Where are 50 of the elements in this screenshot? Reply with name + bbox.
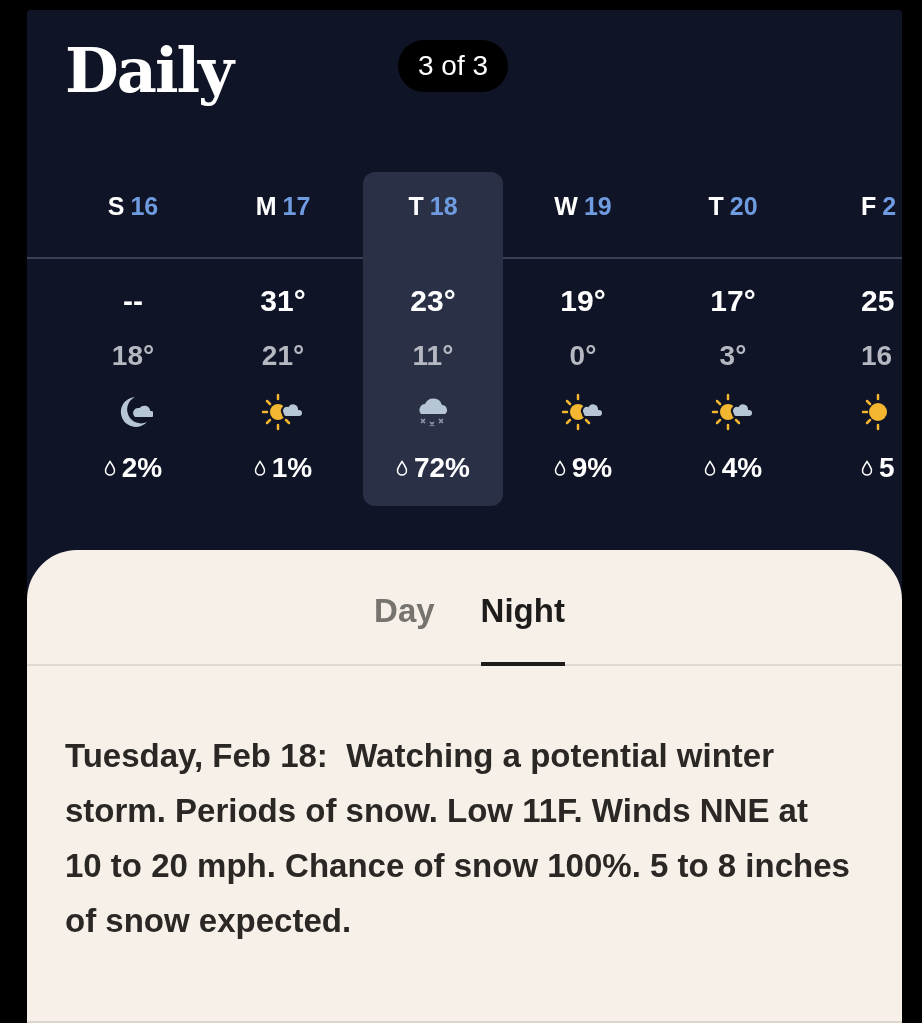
day-label: M <box>255 192 277 222</box>
low-temperature: 0° <box>569 340 597 372</box>
raindrop-icon <box>395 460 408 476</box>
date-number: 17 <box>282 192 311 222</box>
low-temperature: 11° <box>412 340 454 372</box>
high-temperature: 25 <box>861 284 895 318</box>
date-number: 2 <box>882 192 897 222</box>
precipitation-chance: 1% <box>271 452 313 484</box>
sun-cloud-icon <box>261 392 305 432</box>
precipitation-chance: 9% <box>571 452 613 484</box>
day-column[interactable]: S 16 -- 18° 2% <box>63 172 203 506</box>
forecast-description: Tuesday, Feb 18: Watching a potential winter storm. Periods of snow. Low 11F. Winds NNE at 10 to 20 mph. Chance of snow 100%. 5 to 8 inches of snow expected. <box>65 736 851 941</box>
day-night-tab[interactable]: Night <box>480 592 565 666</box>
date-number: 18 <box>429 192 458 222</box>
raindrop-icon <box>103 460 116 476</box>
raindrop-icon <box>703 460 716 476</box>
day-column[interactable]: T 18 23° 11° 72% <box>363 172 503 506</box>
high-temperature: 23° <box>410 284 456 318</box>
sun-cloud-icon <box>711 392 755 432</box>
day-column[interactable]: T 20 17° 3° 4% <box>663 172 803 506</box>
section-title: Daily <box>65 33 236 107</box>
high-temperature: 31° <box>260 284 306 318</box>
precipitation-chance: 5 <box>879 452 895 484</box>
day-column[interactable]: W 19 19° 0° 9% <box>513 172 653 506</box>
low-temperature: 16 <box>861 340 893 372</box>
low-temperature: 3° <box>719 340 747 372</box>
day-label: F <box>861 192 877 222</box>
day-column[interactable]: F 2 25 16 5 <box>813 172 902 506</box>
sun-cloud-icon <box>561 392 605 432</box>
page-indicator: 3 of 3 <box>398 40 509 92</box>
day-label: S <box>107 192 125 222</box>
day-label: T <box>708 192 724 222</box>
raindrop-icon <box>553 460 566 476</box>
precipitation-chance: 2% <box>121 452 163 484</box>
raindrop-icon <box>861 460 873 476</box>
day-column[interactable]: M 17 31° 21° 1% <box>213 172 353 506</box>
low-temperature: 18° <box>111 340 155 372</box>
high-temperature: 17° <box>710 284 756 318</box>
date-number: 20 <box>729 192 758 222</box>
high-temperature: -- <box>123 284 143 318</box>
date-number: 16 <box>130 192 159 222</box>
high-temperature: 19° <box>560 284 606 318</box>
day-label: T <box>408 192 424 222</box>
date-number: 19 <box>583 192 612 222</box>
day-label: W <box>554 192 578 222</box>
day-night-tab[interactable]: Day <box>374 592 435 666</box>
precipitation-chance: 4% <box>721 452 763 484</box>
raindrop-icon <box>253 460 266 476</box>
low-temperature: 21° <box>261 340 305 372</box>
precipitation-chance: 72% <box>413 452 470 484</box>
